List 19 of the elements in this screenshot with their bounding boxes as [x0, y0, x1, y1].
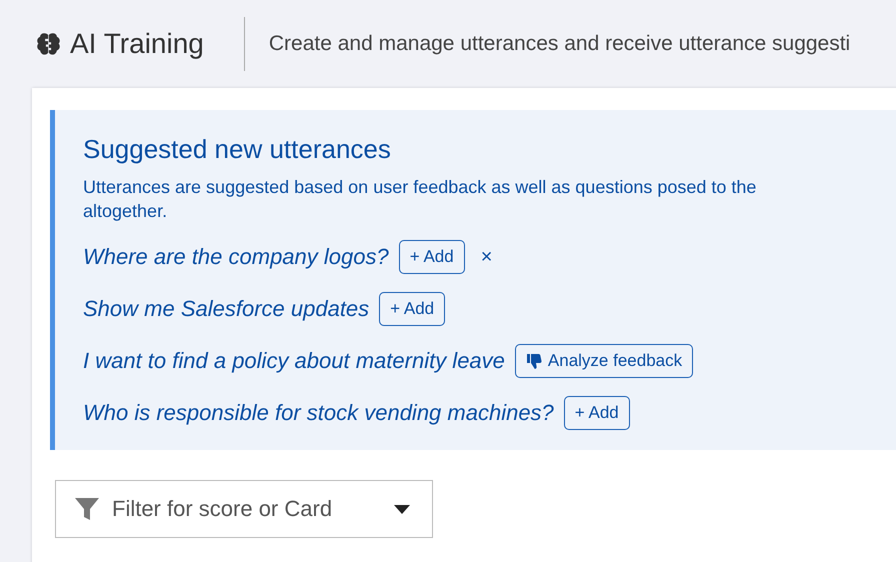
add-button[interactable]: + Add: [398, 240, 465, 274]
panel-title: Suggested new utterances: [83, 134, 392, 165]
page-subtitle: Create and manage utterances and receive utterance suggesti: [268, 32, 850, 56]
panel-description: Utterances are suggested based on user feedback as well as questions posed to the: [83, 176, 756, 199]
thumbs-down-icon: [526, 352, 542, 370]
filter-icon: [74, 496, 100, 522]
utterance-text: Show me Salesforce updates: [83, 296, 370, 322]
brain-icon: [35, 30, 62, 58]
utterance-text: Where are the company logos?: [83, 244, 389, 270]
add-button[interactable]: + Add: [564, 396, 630, 430]
caret-icon: [394, 504, 410, 514]
filter-dropdown[interactable]: Filter for score or Card: [55, 480, 433, 538]
utterance-text: Who is responsible for stock vending machines?: [83, 400, 554, 426]
add-button[interactable]: + Add: [379, 292, 446, 326]
analyze-feedback-button[interactable]: Analyze feedback: [514, 344, 694, 378]
page-title: AI Training: [70, 28, 204, 60]
utterance-text: I want to find a policy about maternity leave: [83, 348, 505, 374]
panel-description: altogether.: [83, 200, 168, 223]
dismiss-icon[interactable]: ×: [480, 246, 492, 268]
